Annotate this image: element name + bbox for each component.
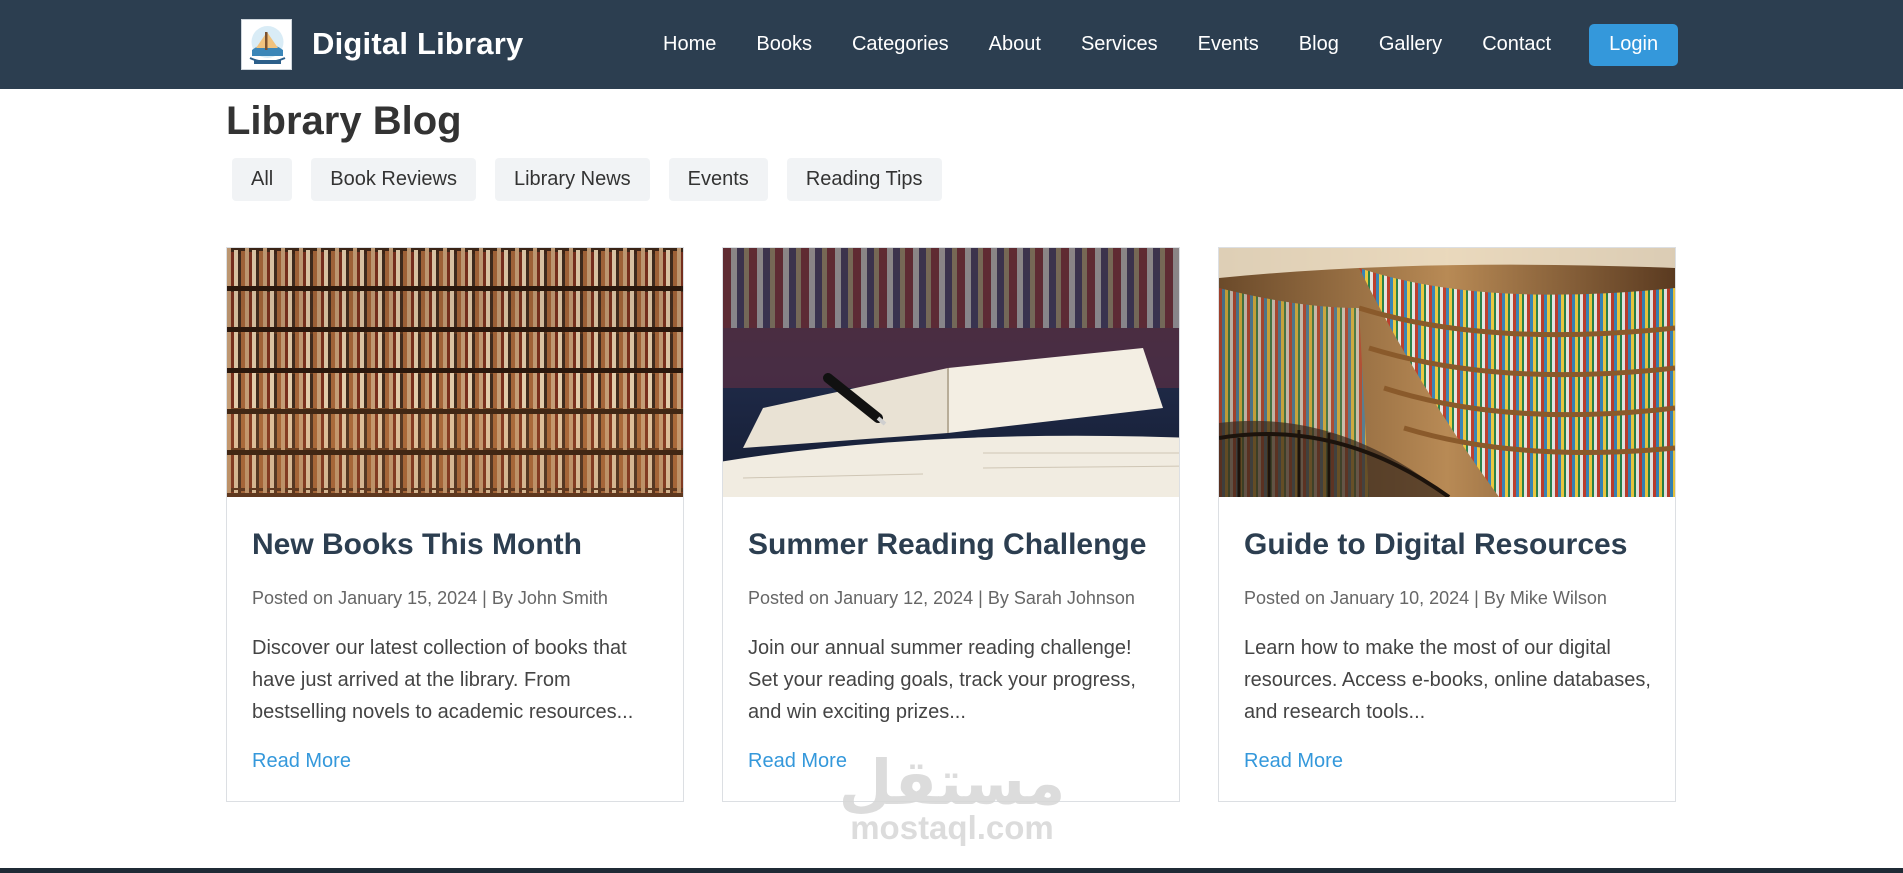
read-more-link[interactable]: Read More	[1244, 750, 1343, 773]
nav-gallery[interactable]: Gallery	[1379, 33, 1442, 56]
brand-name[interactable]: Digital Library	[312, 26, 523, 62]
nav-home[interactable]: Home	[663, 33, 716, 56]
nav-blog[interactable]: Blog	[1299, 33, 1339, 56]
post-title[interactable]: Summer Reading Challenge	[748, 528, 1146, 562]
nav-books[interactable]: Books	[756, 33, 812, 56]
read-more-link[interactable]: Read More	[252, 750, 351, 773]
filter-all[interactable]: All	[232, 158, 293, 201]
category-filters: All Book Reviews Library News Events Rea…	[232, 158, 961, 201]
filter-events[interactable]: Events	[668, 158, 768, 201]
library-logo-icon	[249, 26, 286, 64]
nav-contact[interactable]: Contact	[1482, 33, 1551, 56]
login-button[interactable]: Login	[1589, 23, 1679, 66]
main-nav: Home Books Categories About Services Eve…	[663, 0, 1679, 89]
nav-events[interactable]: Events	[1198, 33, 1259, 56]
curved-library-shelves-photo[interactable]	[1219, 248, 1675, 497]
read-more-link[interactable]: Read More	[748, 750, 847, 773]
top-navbar: Digital Library Home Books Categories Ab…	[0, 0, 1903, 89]
post-excerpt: Join our annual summer reading challenge…	[748, 637, 1136, 723]
blog-card: Guide to Digital Resources Posted on Jan…	[1218, 247, 1676, 802]
nav-services[interactable]: Services	[1081, 33, 1158, 56]
nav-categories[interactable]: Categories	[852, 33, 949, 56]
filter-book-reviews[interactable]: Book Reviews	[311, 158, 476, 201]
filter-reading-tips[interactable]: Reading Tips	[786, 158, 942, 201]
watermark-latin: mostaql.com	[850, 809, 1054, 846]
page-title: Library Blog	[226, 99, 462, 143]
post-excerpt: Discover our latest collection of books …	[252, 637, 634, 723]
nav-about[interactable]: About	[989, 33, 1041, 56]
blog-card: New Books This Month Posted on January 1…	[226, 247, 684, 802]
bookshelf-image	[227, 248, 683, 497]
blog-card: Summer Reading Challenge Posted on Janua…	[722, 247, 1180, 802]
bookshelf-photo[interactable]	[227, 248, 683, 497]
library-shelves-image	[1219, 248, 1675, 497]
post-meta: Posted on January 10, 2024 | By Mike Wil…	[1244, 588, 1607, 608]
filter-library-news[interactable]: Library News	[494, 158, 650, 201]
post-meta: Posted on January 15, 2024 | By John Smi…	[252, 588, 608, 608]
open-book-image	[723, 248, 1179, 497]
post-title[interactable]: Guide to Digital Resources	[1244, 528, 1627, 562]
open-book-pen-photo[interactable]	[723, 248, 1179, 497]
post-meta: Posted on January 12, 2024 | By Sarah Jo…	[748, 588, 1135, 608]
post-excerpt: Learn how to make the most of our digita…	[1244, 637, 1651, 723]
footer-edge	[0, 868, 1903, 873]
library-logo[interactable]	[241, 19, 292, 70]
post-title[interactable]: New Books This Month	[252, 528, 582, 562]
